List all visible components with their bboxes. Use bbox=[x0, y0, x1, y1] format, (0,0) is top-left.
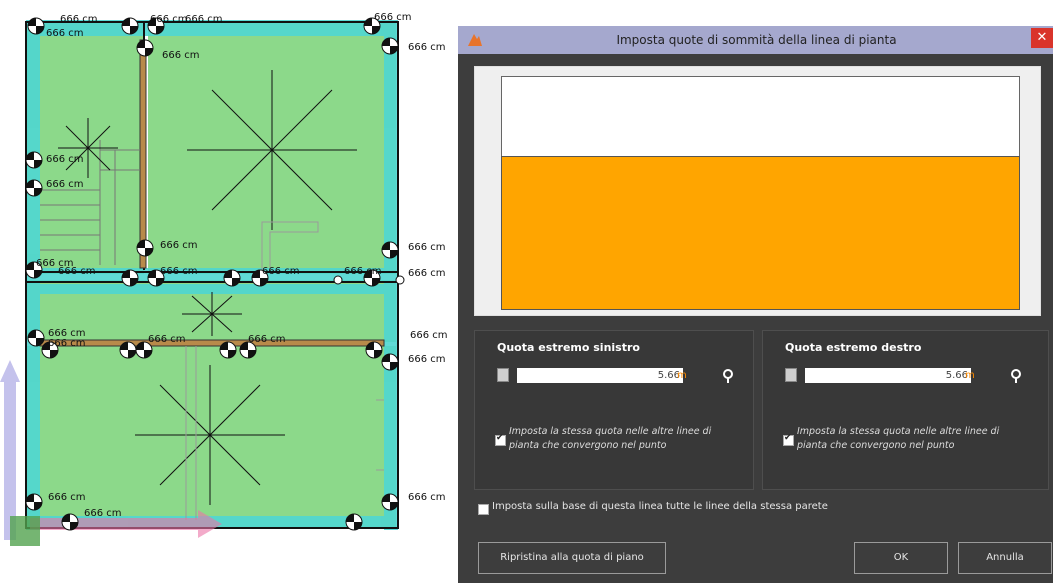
dimension-label: 666 cm bbox=[408, 268, 446, 279]
dimension-label: 666 cm bbox=[162, 50, 200, 61]
dialog-title-bar[interactable]: Imposta quote di sommità della linea di … bbox=[458, 26, 1053, 54]
dimension-label: 666 cm bbox=[60, 14, 98, 25]
dimension-label: 666 cm bbox=[408, 354, 446, 365]
dimension-label: 666 cm bbox=[148, 334, 186, 345]
set-top-heights-dialog: Imposta quote di sommità della linea di … bbox=[458, 26, 1053, 583]
ok-button[interactable]: OK bbox=[854, 542, 948, 574]
left-unit: m bbox=[677, 370, 687, 381]
dimension-label: 666 cm bbox=[374, 12, 412, 23]
dimension-label: 666 cm bbox=[48, 338, 86, 349]
dimension-label: 666 cm bbox=[410, 330, 448, 341]
dimension-label: 666 cm bbox=[408, 492, 446, 503]
dialog-title: Imposta quote di sommità della linea di … bbox=[616, 33, 897, 47]
dimension-label: 666 cm bbox=[344, 266, 382, 277]
left-same-height-label: Imposta la stessa quota nelle altre line… bbox=[509, 426, 712, 451]
dimension-label: 666 cm bbox=[160, 240, 198, 251]
reset-to-floor-height-button[interactable]: Ripristina alla quota di piano bbox=[478, 542, 666, 574]
dimension-label: 666 cm bbox=[58, 266, 96, 277]
calculator-icon[interactable] bbox=[497, 368, 509, 382]
same-wall-label: Imposta sulla base di questa linea tutte… bbox=[492, 501, 828, 512]
right-end-title: Quota estremo destro bbox=[785, 341, 922, 354]
right-same-height-label: Imposta la stessa quota nelle altre line… bbox=[797, 426, 1000, 451]
dimension-label: 666 cm bbox=[248, 334, 286, 345]
close-icon[interactable]: ✕ bbox=[1031, 28, 1053, 48]
dimension-label: 666 cm bbox=[46, 154, 84, 165]
dimension-label: 666 cm bbox=[150, 14, 188, 25]
interior-wall-horizontal[interactable] bbox=[39, 339, 385, 347]
interior-wall-vertical[interactable] bbox=[139, 39, 147, 269]
dimension-label: 666 cm bbox=[262, 266, 300, 277]
dimension-label: 666 cm bbox=[46, 28, 84, 39]
preview-top-area bbox=[501, 76, 1020, 156]
calculator-icon[interactable] bbox=[785, 368, 797, 382]
right-end-panel: Quota estremo destro 5.66 m Imposta la s… bbox=[762, 330, 1049, 490]
axis-y-arrow bbox=[0, 360, 20, 540]
preview-wall-shape bbox=[501, 156, 1020, 310]
floor-plan-canvas[interactable]: 666 cm 666 cm 666 cm 666 cm 666 cm 666 c… bbox=[0, 0, 460, 583]
right-same-height-checkbox[interactable] bbox=[783, 433, 794, 446]
left-end-title: Quota estremo sinistro bbox=[497, 341, 640, 354]
wall-preview bbox=[474, 66, 1041, 316]
same-wall-checkbox[interactable] bbox=[478, 504, 489, 515]
dimension-label: 666 cm bbox=[408, 42, 446, 53]
dimension-label: 666 cm bbox=[408, 242, 446, 253]
dimension-label: 666 cm bbox=[185, 14, 223, 25]
left-height-input[interactable]: 5.66 bbox=[517, 368, 683, 383]
origin-square[interactable] bbox=[10, 516, 40, 546]
dimension-label: 666 cm bbox=[48, 492, 86, 503]
pick-point-icon[interactable] bbox=[721, 368, 735, 384]
dimension-label: 666 cm bbox=[46, 179, 84, 190]
dimension-label: 666 cm bbox=[160, 266, 198, 277]
cancel-button[interactable]: Annulla bbox=[958, 542, 1052, 574]
right-unit: m bbox=[965, 370, 975, 381]
right-height-input[interactable]: 5.66 bbox=[805, 368, 971, 383]
pick-point-icon[interactable] bbox=[1009, 368, 1023, 384]
left-end-panel: Quota estremo sinistro 5.66 m Imposta la… bbox=[474, 330, 754, 490]
dimension-label: 666 cm bbox=[84, 508, 122, 519]
left-same-height-checkbox[interactable] bbox=[495, 433, 506, 446]
